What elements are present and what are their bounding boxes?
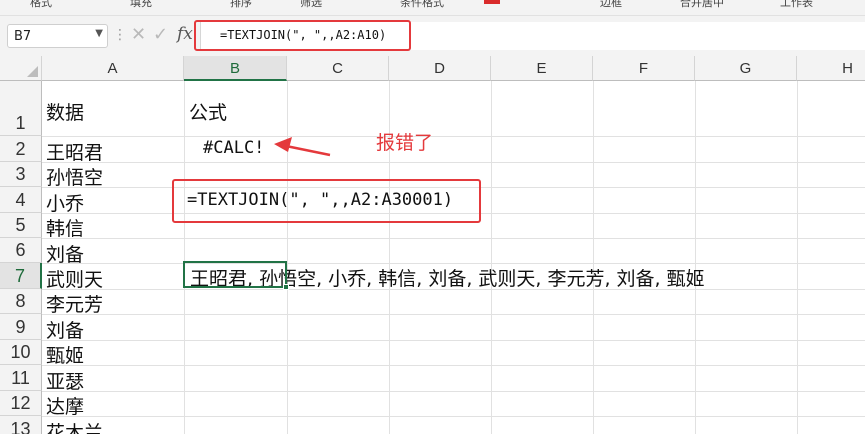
column-header-g[interactable]: G [695,56,797,81]
row-number: 9 [15,317,26,337]
error-annotation-label: 报错了 [376,132,434,154]
cell-a13[interactable]: 花木兰 [46,418,103,434]
row-number: 1 [15,113,26,133]
row-number: 10 [10,342,31,362]
cell-a6[interactable]: 刘备 [46,240,84,267]
red-arrow-icon [274,137,331,157]
name-box[interactable]: B7 ▼ [7,24,108,48]
row-number: 11 [11,368,30,388]
row-number: 13 [10,419,31,434]
more-options-icon[interactable]: ⋮ [113,27,127,43]
ribbon-item[interactable]: 合并居中 [680,0,724,9]
ribbon-item[interactable]: 填充 [130,0,152,9]
column-header-a[interactable]: A [42,56,184,81]
row-header[interactable]: 7 [0,263,42,289]
cell-a12[interactable]: 达摩 [46,392,84,419]
grid-line [42,238,865,239]
row-header[interactable]: 11 [0,365,42,391]
grid-line [42,391,865,392]
cell-a4[interactable]: 小乔 [46,189,84,216]
row-number: 12 [10,393,31,413]
formula-highlight-box [194,20,411,51]
row-number: 8 [15,291,26,311]
cell-a10[interactable]: 甄姬 [46,341,84,368]
grid-line [695,81,696,434]
fill-handle[interactable] [283,284,289,290]
row-header[interactable]: 1 [0,81,42,136]
row-header[interactable]: 12 [0,391,42,416]
row-number: 7 [14,266,25,286]
grid-line [797,81,798,434]
ribbon-item[interactable]: 条件格式 [400,0,444,9]
row-header[interactable]: 4 [0,187,42,213]
cell-a2[interactable]: 王昭君 [46,138,103,165]
formula-bar: B7 ▼ ⋮ ✕ ✓ fx =TEXTJOIN(", ",,A2:A10) [0,16,865,56]
row-number: 4 [15,190,26,210]
grid-line [42,314,865,315]
confirm-icon[interactable]: ✓ [153,24,168,45]
name-box-value: B7 [14,29,32,44]
grid-line [491,81,492,434]
cell-a11[interactable]: 亚瑟 [46,367,84,394]
column-header-e[interactable]: E [491,56,593,81]
cell-a3[interactable]: 孙悟空 [46,163,103,190]
cell-a1[interactable]: 数据 [46,98,84,125]
grid-line [593,81,594,434]
cell-a5[interactable]: 韩信 [46,214,84,241]
insert-function-icon[interactable]: fx [177,24,193,44]
cell-a9[interactable]: 刘备 [46,316,84,343]
grid-line [42,416,865,417]
column-header-f[interactable]: F [593,56,695,81]
cancel-icon[interactable]: ✕ [131,24,146,45]
cell-b4[interactable]: =TEXTJOIN(", ",,A2:A30001) [187,190,453,210]
row-header[interactable]: 3 [0,162,42,187]
row-number: 5 [15,215,26,235]
select-all-triangle-icon [27,66,38,77]
column-header-c[interactable]: C [287,56,389,81]
cell-a8[interactable]: 李元芳 [46,290,103,317]
ribbon-item[interactable]: 工作表 [780,0,813,9]
row-number: 6 [15,240,26,260]
row-header[interactable]: 5 [0,213,42,238]
column-header-h[interactable]: H [797,56,865,81]
grid-line [42,340,865,341]
grid-line [42,136,865,137]
active-cell-border[interactable] [183,261,287,288]
row-number: 3 [15,164,26,184]
row-number: 2 [15,139,26,159]
ribbon-item[interactable]: 格式 [30,0,52,9]
cell-b2[interactable]: #CALC! [203,138,264,158]
column-header-d[interactable]: D [389,56,491,81]
grid-line [42,365,865,366]
cell-b1[interactable]: 公式 [189,98,227,125]
row-header[interactable]: 10 [0,340,42,365]
ribbon-item[interactable]: 排序 [230,0,252,9]
grid-line [42,162,865,163]
row-header[interactable]: 8 [0,289,42,314]
row-header[interactable]: 6 [0,238,42,263]
grid-line [184,81,185,434]
row-header[interactable]: 2 [0,136,42,162]
ribbon-item[interactable]: 边框 [600,0,622,9]
row-header[interactable]: 13 [0,416,42,434]
ribbon-toolbar: 格式 填充 排序 筛选 条件格式 边框 合并居中 工作表 [0,0,865,16]
cell-a7[interactable]: 武则天 [46,265,103,292]
column-header-b[interactable]: B [184,56,287,81]
font-color-swatch[interactable] [484,0,500,4]
select-all-corner[interactable] [0,56,42,81]
ribbon-item[interactable]: 筛选 [300,0,322,9]
chevron-down-icon[interactable]: ▼ [95,28,103,39]
row-header[interactable]: 9 [0,314,42,340]
